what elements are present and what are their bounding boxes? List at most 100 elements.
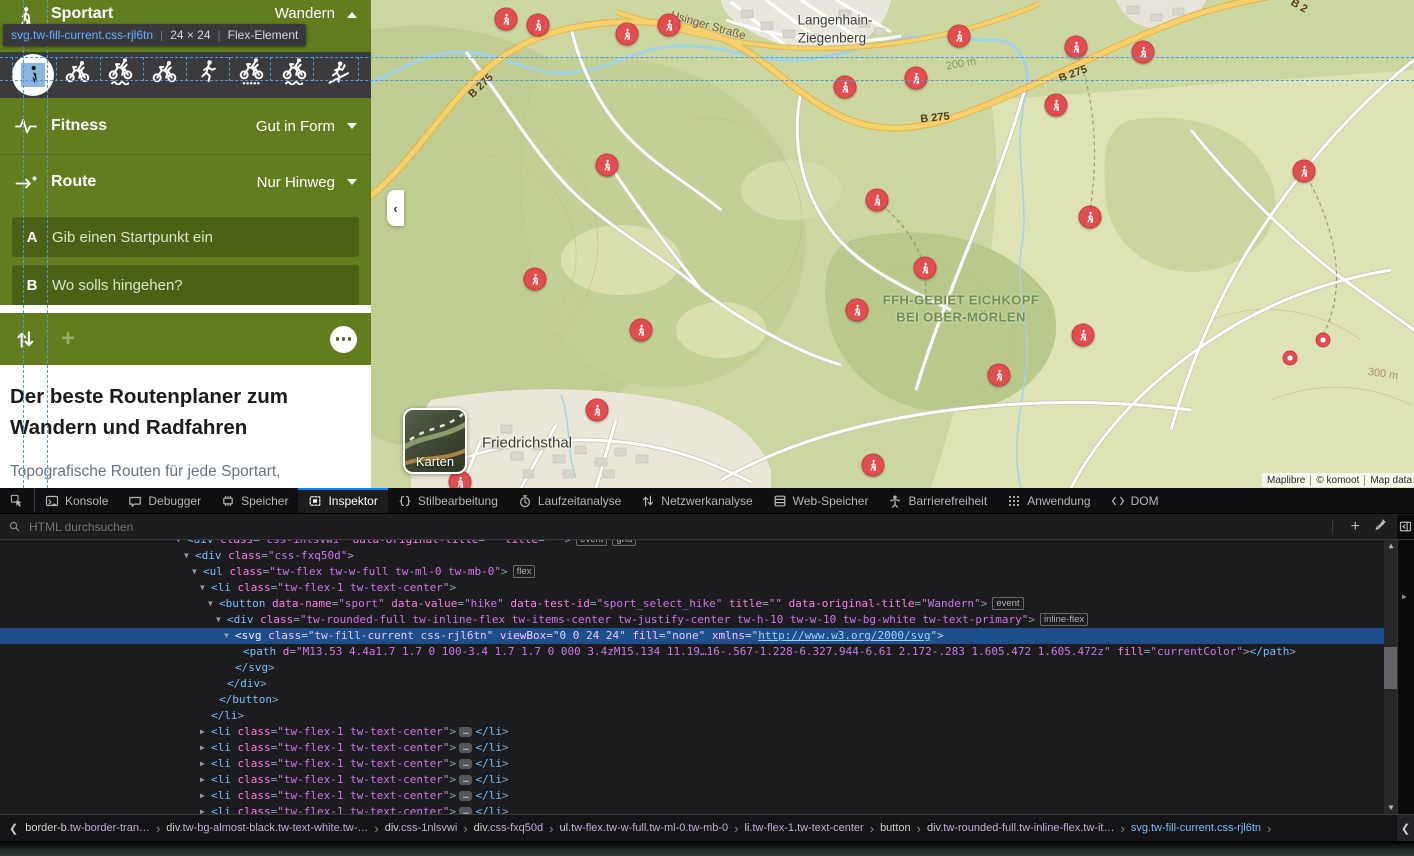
breadcrumb-item[interactable]: li.tw-flex-1.tw-text-center (745, 822, 864, 834)
markup-node[interactable]: ▼<div class="css-1nlsvwi" data-original-… (0, 540, 1384, 548)
markup-node[interactable]: ▶<li class="tw-flex-1 tw-text-center">…<… (0, 804, 1384, 814)
map-canvas[interactable] (371, 0, 1414, 488)
hiking-highlight-marker[interactable] (1045, 94, 1068, 117)
swap-waypoints-icon[interactable] (14, 328, 37, 351)
poi-dot-marker[interactable] (1283, 351, 1298, 366)
sport-select-gravel-bike[interactable] (238, 58, 272, 92)
sport-select-mountain-bike[interactable] (107, 58, 141, 92)
fitness-row[interactable]: Fitness Gut in Form (0, 98, 371, 155)
pick-element-button[interactable] (0, 488, 35, 513)
hiking-highlight-marker[interactable] (834, 76, 857, 99)
devtools-tab-anwendung[interactable]: Anwendung (997, 488, 1100, 513)
eyedropper-icon[interactable] (1370, 518, 1397, 536)
hiking-highlight-marker[interactable] (1065, 36, 1088, 59)
attribution-mapdata[interactable]: Map data © (1364, 475, 1414, 486)
hiking-highlight-marker[interactable] (1079, 206, 1102, 229)
collapsed-children-icon[interactable]: … (459, 727, 472, 737)
hiking-highlight-marker[interactable] (914, 257, 937, 280)
markup-node[interactable]: ▶<li class="tw-flex-1 tw-text-center">…<… (0, 772, 1384, 788)
hiking-highlight-marker[interactable] (862, 454, 885, 477)
sport-select-mountaineering[interactable] (325, 58, 359, 92)
breadcrumb-item[interactable]: svg.tw-fill-current.css-rjl6tn (1131, 822, 1261, 834)
sport-select-road-bike[interactable] (151, 58, 185, 92)
breadcrumb-item[interactable]: button (880, 822, 911, 834)
collapsed-children-icon[interactable]: … (459, 791, 472, 801)
expander-icon[interactable]: ▶ (200, 804, 211, 814)
devtools-tab-stilbearbeitung[interactable]: Stilbearbeitung (388, 488, 508, 513)
add-rule-button[interactable]: + (1341, 518, 1370, 536)
attribution-komoot[interactable]: © komoot (1310, 475, 1364, 486)
expander-icon[interactable]: ▼ (184, 548, 195, 564)
hiking-highlight-marker[interactable] (527, 14, 550, 37)
collapsed-children-icon[interactable]: … (459, 759, 472, 769)
hiking-highlight-marker[interactable] (988, 364, 1011, 387)
expander-icon[interactable]: ▼ (216, 612, 227, 628)
breadcrumb-item[interactable]: div.css-1nlsvwi (385, 822, 458, 834)
markup-node[interactable]: ▶<li class="tw-flex-1 tw-text-center">…<… (0, 788, 1384, 804)
breadcrumb-item[interactable]: div.tw-rounded-full.tw-inline-flex.tw-it… (927, 822, 1114, 834)
hiking-highlight-marker[interactable] (1132, 41, 1155, 64)
hiking-highlight-marker[interactable] (616, 23, 639, 46)
hiking-highlight-marker[interactable] (905, 67, 928, 90)
markup-node[interactable]: <path d="M13.53 4.4a1.7 1.7 0 100-3.4 1.… (0, 644, 1384, 660)
devtools-tab-debugger[interactable]: Debugger (118, 488, 211, 513)
expander-icon[interactable]: ▶ (200, 724, 211, 740)
map-layers-button[interactable]: Karten (403, 408, 467, 474)
sidebar-collapse-button[interactable]: ‹ (387, 190, 404, 226)
hiking-highlight-marker[interactable] (948, 25, 971, 48)
hiking-highlight-marker[interactable] (1293, 160, 1316, 183)
start-input[interactable]: A Gib einen Startpunkt ein (12, 217, 359, 257)
breadcrumb-scroll-right-icon[interactable]: ❮ (1397, 815, 1414, 841)
markup-node[interactable]: </svg> (0, 660, 1384, 676)
markup-view[interactable]: ▼<div class="css-1nlsvwi" data-original-… (0, 540, 1414, 814)
sport-select-running[interactable] (194, 58, 228, 92)
devtools-tab-netzwerkanalyse[interactable]: Netzwerkanalyse (631, 488, 762, 513)
add-waypoint-button[interactable]: + (61, 327, 75, 351)
markup-node[interactable]: </div> (0, 676, 1384, 692)
hiking-highlight-marker[interactable] (846, 299, 869, 322)
devtools-tab-laufzeitanalyse[interactable]: Laufzeitanalyse (508, 488, 631, 513)
hiking-highlight-marker[interactable] (866, 189, 889, 212)
node-badge[interactable]: event (992, 597, 1023, 610)
markup-node[interactable]: ▼<ul class="tw-flex tw-w-full tw-ml-0 tw… (0, 564, 1384, 580)
collapsed-children-icon[interactable]: … (459, 743, 472, 753)
expander-icon[interactable]: ▼ (176, 540, 187, 548)
hiking-highlight-marker[interactable] (1072, 324, 1095, 347)
sidebar-expand-rail[interactable]: ▶ (1397, 540, 1414, 814)
markup-node[interactable]: ▶<li class="tw-flex-1 tw-text-center">…<… (0, 756, 1384, 772)
devtools-tab-inspektor[interactable]: Inspektor (298, 488, 387, 513)
breadcrumb-item[interactable]: border-b.tw-border-tran… (25, 822, 150, 834)
hiking-highlight-marker[interactable] (596, 154, 619, 177)
markup-node[interactable]: ▼<div class="tw-rounded-full tw-inline-f… (0, 612, 1384, 628)
hiking-highlight-marker[interactable] (495, 8, 518, 31)
devtools-tab-dom[interactable]: DOM (1101, 488, 1169, 513)
devtools-tab-web-speicher[interactable]: Web-Speicher (763, 488, 879, 513)
scrollbar-thumb[interactable] (1384, 647, 1398, 689)
expander-icon[interactable]: ▼ (192, 564, 203, 580)
node-badge[interactable]: event (576, 540, 607, 546)
expander-icon[interactable]: ▼ (224, 628, 235, 644)
breadcrumb-item[interactable]: div.css-fxq50d (474, 822, 544, 834)
expander-icon[interactable]: ▼ (200, 580, 211, 596)
sport-select-e-mountain-bike[interactable] (281, 58, 315, 92)
expander-icon[interactable]: ▼ (208, 596, 219, 612)
hiking-highlight-marker[interactable] (586, 399, 609, 422)
breadcrumb-item[interactable]: ul.tw-flex.tw-w-full.tw-ml-0.tw-mb-0 (559, 822, 728, 834)
expander-icon[interactable]: ▶ (200, 740, 211, 756)
node-badge[interactable]: inline-flex (1040, 613, 1088, 626)
expander-icon[interactable]: ▶ (200, 756, 211, 772)
breadcrumb-scroll-left-icon[interactable]: ❮ (2, 822, 25, 835)
markup-node[interactable]: ▶<li class="tw-flex-1 tw-text-center">…<… (0, 740, 1384, 756)
collapsed-children-icon[interactable]: … (459, 775, 472, 785)
expander-icon[interactable]: ▶ (200, 772, 211, 788)
sport-select-hike[interactable] (12, 54, 54, 96)
route-row[interactable]: Route Nur Hinweg (0, 155, 371, 209)
markup-node[interactable]: ▼<svg class="tw-fill-current css-rjl6tn"… (0, 628, 1384, 644)
markup-node[interactable]: </button> (0, 692, 1384, 708)
markup-node[interactable]: </li> (0, 708, 1384, 724)
node-badge[interactable]: grid (612, 540, 636, 546)
breadcrumb-item[interactable]: div.tw-bg-almost-black.tw-text-white.tw-… (166, 822, 368, 834)
map[interactable]: Langenhain-ZiegenbergUsinger StraßeB 275… (371, 0, 1414, 488)
devtools-tab-barrierefreiheit[interactable]: Barrierefreiheit (878, 488, 997, 513)
devtools-tab-speicher[interactable]: Speicher (211, 488, 298, 513)
